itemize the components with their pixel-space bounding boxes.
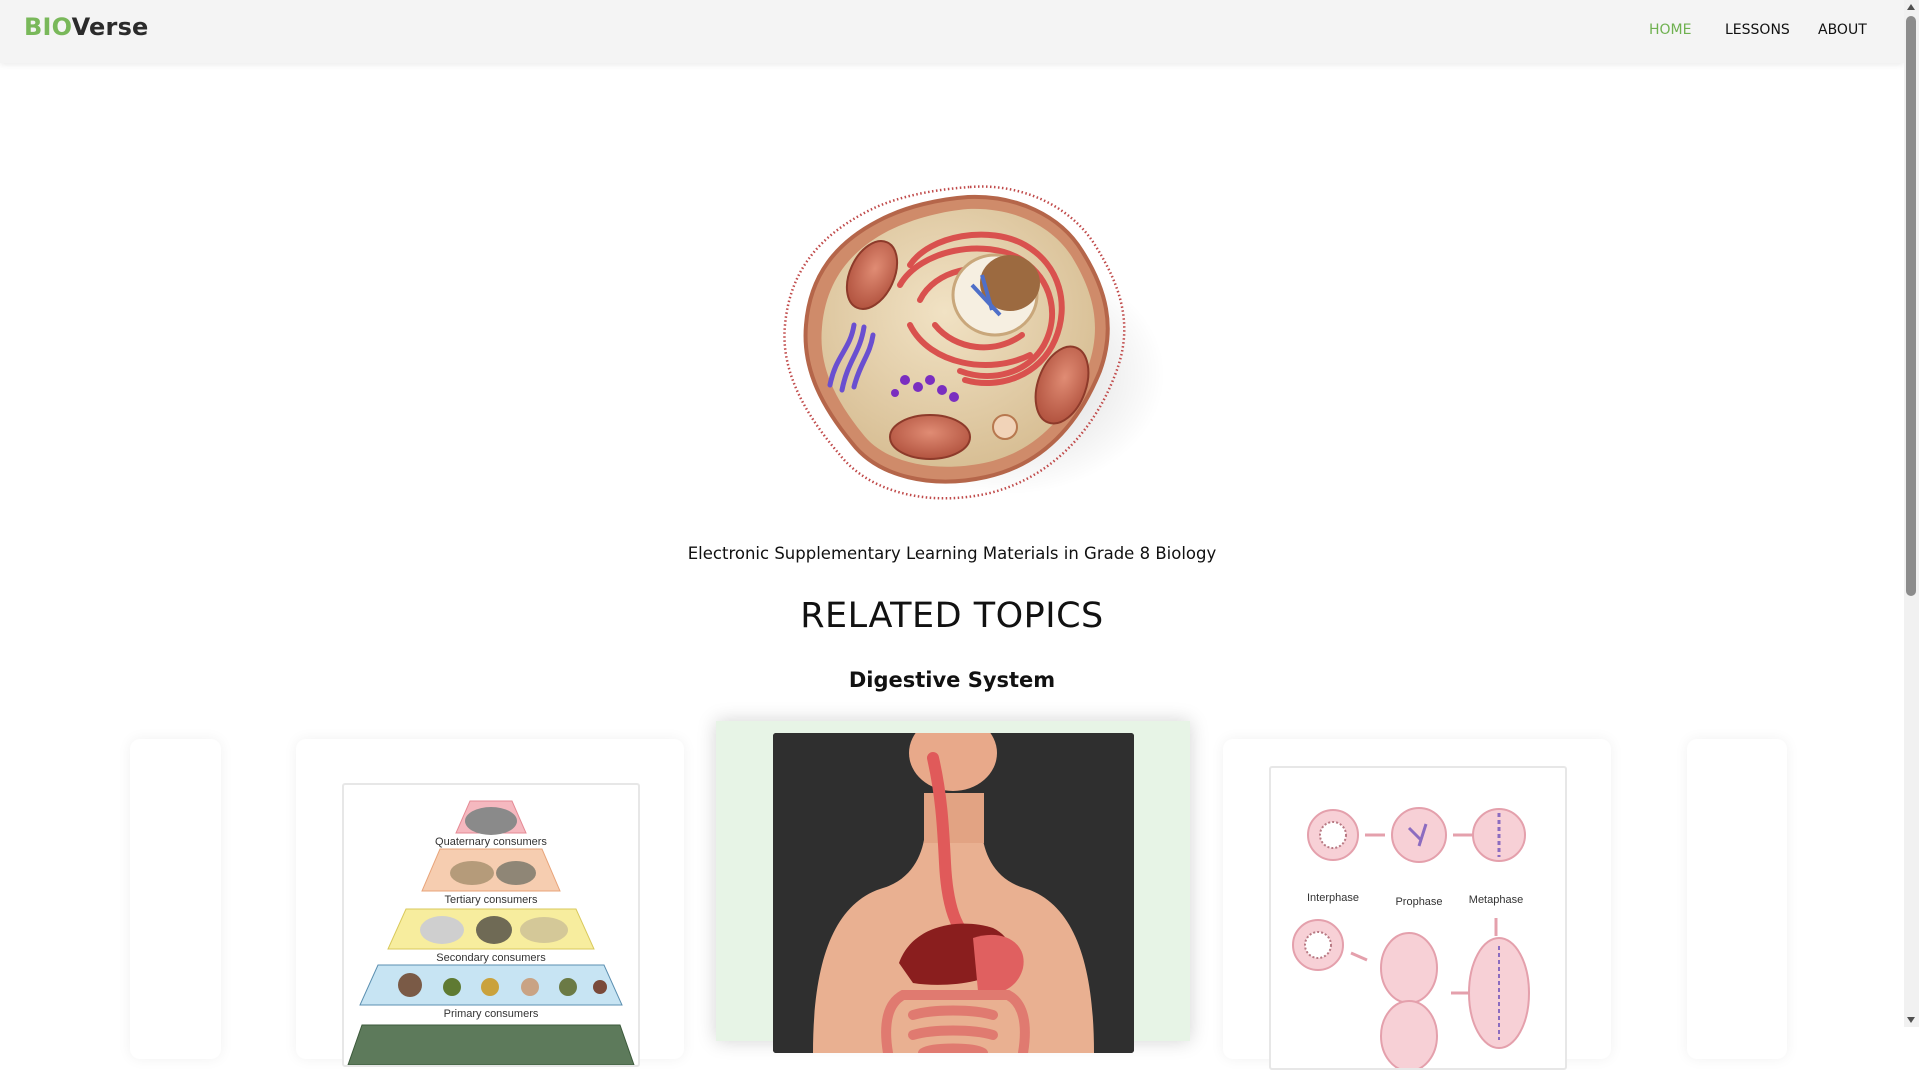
carousel-card-far-left[interactable] xyxy=(130,739,221,1059)
hero-subtitle: Electronic Supplementary Learning Materi… xyxy=(687,544,1217,563)
scroll-down-arrow-icon[interactable] xyxy=(1907,1017,1915,1023)
pyramid-level-quaternary: Quaternary consumers xyxy=(435,836,547,848)
navbar: BIOVerse HOME LESSONS ABOUT xyxy=(0,0,1904,63)
carousel-card-food-pyramid[interactable]: Quaternary consumers Tertiary consumers … xyxy=(296,739,684,1067)
pyramid-level-primary: Primary consumers xyxy=(444,1008,539,1020)
carousel-card-digestive-system[interactable] xyxy=(716,721,1190,1053)
phase-label-prophase: Prophase xyxy=(1395,896,1442,908)
nav-about-link[interactable]: ABOUT xyxy=(1818,22,1867,38)
nav-home-link[interactable]: HOME xyxy=(1649,22,1691,38)
pyramid-level-secondary: Secondary consumers xyxy=(436,952,546,964)
page-scrollbar[interactable] xyxy=(1904,0,1919,1027)
carousel-card-far-right[interactable] xyxy=(1687,739,1787,1059)
current-topic-title: Digestive System xyxy=(848,668,1056,692)
animal-cell-icon xyxy=(760,175,1180,515)
phase-label-interphase: Interphase xyxy=(1307,892,1359,904)
phase-label-metaphase: Metaphase xyxy=(1469,894,1523,906)
cell-division-icon: Interphase Prophase Metaphase xyxy=(1269,766,1567,1070)
digestive-system-icon xyxy=(773,733,1134,1053)
pyramid-level-tertiary: Tertiary consumers xyxy=(445,894,538,906)
scroll-up-arrow-icon[interactable] xyxy=(1907,4,1915,10)
scrollbar-thumb[interactable] xyxy=(1906,16,1916,596)
food-pyramid-icon: Quaternary consumers Tertiary consumers … xyxy=(342,783,640,1067)
brand-logo-suffix: Verse xyxy=(71,13,149,41)
brand-logo[interactable]: BIOVerse xyxy=(24,13,149,41)
carousel-card-cell-division[interactable]: Interphase Prophase Metaphase xyxy=(1223,739,1611,1070)
nav-lessons-link[interactable]: LESSONS xyxy=(1725,22,1790,38)
brand-logo-prefix: BIO xyxy=(24,13,72,41)
related-topics-heading: RELATED TOPICS xyxy=(800,596,1104,636)
